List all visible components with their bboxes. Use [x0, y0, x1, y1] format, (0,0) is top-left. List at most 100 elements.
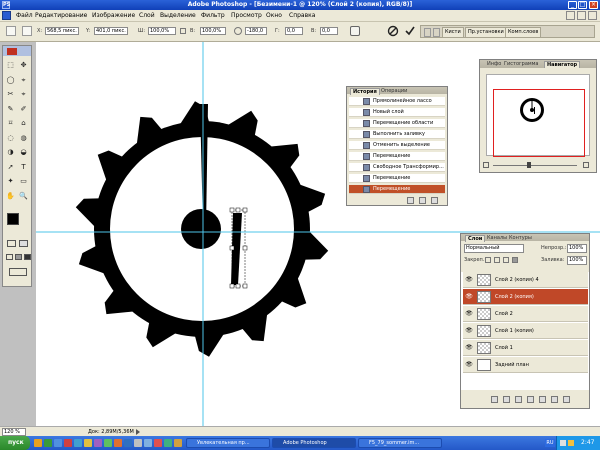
y-field[interactable]: 401,0 пикс.	[94, 27, 128, 35]
close-button[interactable]: ×	[589, 1, 598, 9]
layer-row[interactable]: 👁 Слой 2 (копия)	[463, 289, 588, 305]
tab-info[interactable]: Инфо	[485, 61, 503, 68]
start-button[interactable]: пуск	[0, 436, 30, 450]
eye-icon[interactable]: 👁	[465, 327, 473, 335]
tool-button[interactable]: ◑	[5, 147, 16, 158]
fill-field[interactable]: 100%	[567, 256, 587, 265]
eye-icon[interactable]: 👁	[465, 361, 473, 369]
well-tab-layer-comps[interactable]: Комп.слоев	[505, 27, 542, 38]
zoom-out-icon[interactable]	[483, 162, 489, 168]
new-layer-icon[interactable]	[551, 396, 558, 403]
quicklaunch-icon-2[interactable]	[44, 439, 52, 447]
layer-row[interactable]: 👁 Слой 2 (копия) 4	[463, 272, 588, 288]
lock-paint-icon[interactable]	[494, 257, 500, 263]
tool-button[interactable]: ✦	[5, 176, 16, 187]
screen-mode-full-button[interactable]	[24, 254, 31, 260]
well-tab-brushes[interactable]: Кисти	[442, 27, 464, 38]
tab-navigator[interactable]: Навигатор	[544, 61, 581, 68]
layer-row[interactable]: 👁 Слой 2	[463, 306, 588, 322]
tool-button[interactable]: ⌖	[18, 75, 29, 86]
tab-actions[interactable]: Операции	[379, 88, 409, 95]
quicklaunch-icon-10[interactable]	[124, 439, 132, 447]
eye-icon[interactable]: 👁	[465, 310, 473, 318]
menu-edit[interactable]: Редактирование	[35, 11, 87, 20]
doc-restore-button[interactable]	[577, 11, 586, 20]
tool-button[interactable]: ✂	[5, 89, 16, 100]
tool-button[interactable]: ✥	[18, 60, 29, 71]
tool-button[interactable]: ✋	[5, 191, 16, 202]
history-item[interactable]: Выполнить заливку	[349, 130, 445, 139]
tab-history[interactable]: История	[350, 88, 380, 95]
menu-select[interactable]: Выделение	[160, 11, 196, 20]
cancel-transform-button[interactable]	[387, 25, 399, 37]
new-group-icon[interactable]	[539, 396, 546, 403]
new-snapshot-icon[interactable]	[419, 197, 426, 204]
tab-layers[interactable]: Слои	[465, 235, 486, 242]
doc-minimize-button[interactable]	[566, 11, 575, 20]
quicklaunch-icon-14[interactable]	[164, 439, 172, 447]
quickmask-mode-button[interactable]	[19, 240, 28, 247]
tool-button[interactable]: 🔍	[18, 191, 29, 202]
commit-transform-button[interactable]	[404, 25, 416, 37]
history-item[interactable]: Перемещение области	[349, 119, 445, 128]
tool-button[interactable]: ✐	[18, 104, 29, 115]
screen-mode-std-button[interactable]	[6, 254, 13, 260]
tool-button[interactable]: T	[18, 162, 29, 173]
eye-icon[interactable]: 👁	[465, 344, 473, 352]
quicklaunch-icon-11[interactable]	[134, 439, 142, 447]
history-item[interactable]: Свободное Трансформир...	[349, 163, 445, 172]
menu-image[interactable]: Изображение	[92, 11, 135, 20]
zoom-slider[interactable]	[493, 165, 577, 166]
screen-mode-full-menu-button[interactable]	[15, 254, 22, 260]
foreground-color-swatch[interactable]	[7, 213, 19, 225]
zoom-field[interactable]: 120 %	[2, 428, 26, 436]
eye-icon[interactable]: 👁	[465, 293, 473, 301]
navigator-preview[interactable]	[486, 74, 590, 157]
layer-row[interactable]: 👁 Задний план	[463, 357, 588, 373]
document-menu-icon[interactable]	[2, 11, 11, 20]
tool-button[interactable]: ⌂	[18, 118, 29, 129]
menu-layer[interactable]: Слой	[139, 11, 155, 20]
hskew-field[interactable]: 0,0	[285, 27, 303, 35]
quicklaunch-icon-3[interactable]	[54, 439, 62, 447]
layer-mask-icon[interactable]	[515, 396, 522, 403]
layer-style-icon[interactable]	[503, 396, 510, 403]
quicklaunch-icon-6[interactable]	[84, 439, 92, 447]
menu-file[interactable]: Файл	[16, 11, 33, 20]
tool-preset-button[interactable]	[6, 26, 16, 36]
tool-button[interactable]: ◌	[5, 133, 16, 144]
tray-icon-1[interactable]	[560, 440, 566, 446]
quicklaunch-icon-4[interactable]	[64, 439, 72, 447]
status-menu-arrow-icon[interactable]	[136, 429, 140, 435]
history-item[interactable]: Прямолинейное лассо	[349, 97, 445, 106]
menu-filter[interactable]: Фильтр	[201, 11, 225, 20]
history-item[interactable]: Новый слой	[349, 108, 445, 117]
layer-row[interactable]: 👁 Слой 1 (копия)	[463, 323, 588, 339]
tool-button[interactable]: ✎	[5, 104, 16, 115]
vskew-field[interactable]: 0,0	[320, 27, 338, 35]
well-tab-presets[interactable]: Пр.установки	[465, 27, 507, 38]
tool-button[interactable]: ◯	[5, 75, 16, 86]
maximize-button[interactable]: □	[578, 1, 587, 9]
quicklaunch-icon-7[interactable]	[94, 439, 102, 447]
lock-all-icon[interactable]	[512, 257, 518, 263]
menu-window[interactable]: Окно	[266, 11, 282, 20]
quicklaunch-icon-15[interactable]	[174, 439, 182, 447]
tool-button[interactable]: ⬚	[5, 60, 16, 71]
height-field[interactable]: 100,0%	[200, 27, 226, 35]
quicklaunch-icon-12[interactable]	[144, 439, 152, 447]
width-field[interactable]: 100,0%	[148, 27, 176, 35]
adjustment-layer-icon[interactable]	[527, 396, 534, 403]
tool-button[interactable]: ◒	[18, 147, 29, 158]
reference-point-icon[interactable]	[22, 26, 32, 36]
lock-transparency-icon[interactable]	[485, 257, 491, 263]
zoom-in-icon[interactable]	[583, 162, 589, 168]
doc-close-button[interactable]	[588, 11, 597, 20]
opacity-field[interactable]: 100%	[567, 244, 587, 253]
tool-button[interactable]: ◍	[18, 133, 29, 144]
menu-help[interactable]: Справка	[289, 11, 315, 20]
link-layers-icon[interactable]	[491, 396, 498, 403]
standard-mode-button[interactable]	[7, 240, 16, 247]
menu-view[interactable]: Просмотр	[231, 11, 262, 20]
quicklaunch-icon-13[interactable]	[154, 439, 162, 447]
